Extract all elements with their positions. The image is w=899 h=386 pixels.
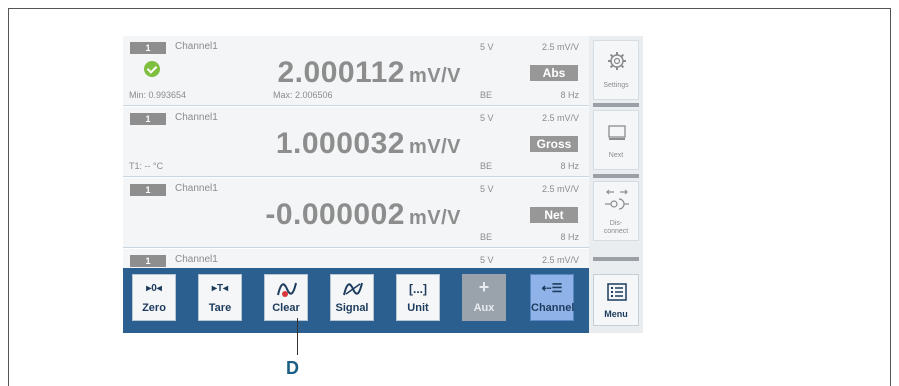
temperature-info: T1: -- °C <box>129 161 164 171</box>
figure-frame-left <box>8 8 9 386</box>
unit-label: Unit <box>407 302 429 314</box>
zero-icon: ▸0◂ <box>146 283 162 294</box>
mode-badge: Net <box>530 207 578 223</box>
callout-leader-line <box>297 318 298 355</box>
channel-name: Channel1 <box>175 254 218 265</box>
sample-rate: 8 Hz <box>560 232 579 242</box>
divider <box>593 103 639 107</box>
connector-label: BE <box>480 232 493 242</box>
menu-list-icon <box>607 283 627 301</box>
measurement-value: 2.000112 mV/V <box>277 56 461 89</box>
measurement-range: 2.5 mV/V <box>541 113 579 123</box>
disconnect-label: Dis- connect <box>603 220 629 235</box>
next-page-icon <box>608 125 626 140</box>
channel-number-badge: 1 <box>130 255 166 267</box>
callout-label: D <box>286 358 299 378</box>
tare-icon: ▸T◂ <box>211 283 229 294</box>
channel-row[interactable]: 1 Channel1 5 V 2.5 mV/V <box>123 249 589 268</box>
unit-button[interactable]: [...] Unit <box>396 274 440 321</box>
measurement-value: 1.000032 mV/V <box>275 127 461 160</box>
channel-row[interactable]: 1 Channel1 -0.000002 mV/V 5 V 2.5 mV/V Ne… <box>123 178 589 249</box>
settings-button[interactable]: Settings <box>593 40 639 100</box>
tare-button[interactable]: ▸T◂ Tare <box>198 274 242 321</box>
function-toolbar: ▸0◂ Zero ▸T◂ Tare Clear Signal [...] Uni… <box>123 268 589 333</box>
connector-label: BE <box>480 90 493 100</box>
channel-list[interactable]: 1 Channel1 2.000112 mV/V Min: 0.993654 Ma… <box>123 36 589 268</box>
measurement-range: 2.5 mV/V <box>541 184 579 194</box>
mode-badge: Abs <box>530 65 578 81</box>
measurement-value: -0.000002 mV/V <box>265 198 461 231</box>
channel-name: Channel1 <box>175 41 218 52</box>
excitation-voltage: 5 V <box>480 255 494 265</box>
signal-button[interactable]: Signal <box>330 274 374 321</box>
channel-row[interactable]: 1 Channel1 1.000032 mV/V T1: -- °C 5 V 2.… <box>123 107 589 178</box>
gear-icon <box>608 52 626 70</box>
tare-label: Tare <box>208 302 232 314</box>
excitation-voltage: 5 V <box>480 113 494 123</box>
channel-row[interactable]: 1 Channel1 2.000112 mV/V Min: 0.993654 Ma… <box>123 36 589 107</box>
excitation-voltage: 5 V <box>480 184 494 194</box>
zero-button[interactable]: ▸0◂ Zero <box>132 274 176 321</box>
disconnect-button[interactable]: Dis- connect <box>593 181 639 241</box>
channel-name: Channel1 <box>175 112 218 123</box>
figure-frame-right <box>890 8 891 386</box>
clear-peak-icon <box>277 282 297 297</box>
divider <box>593 257 639 261</box>
zero-label: Zero <box>142 302 166 314</box>
channel-list-icon: ⇠☰ <box>541 281 563 295</box>
figure-frame-top <box>8 8 891 9</box>
menu-button[interactable]: Menu <box>593 274 639 326</box>
check-circle-icon <box>144 61 160 77</box>
device-screen: 1 Channel1 2.000112 mV/V Min: 0.993654 Ma… <box>123 36 643 333</box>
sample-rate: 8 Hz <box>560 90 579 100</box>
divider <box>593 174 639 178</box>
sample-rate: 8 Hz <box>560 161 579 171</box>
aux-button[interactable]: + Aux <box>462 274 506 321</box>
excitation-voltage: 5 V <box>480 42 494 52</box>
channel-label: Channel <box>531 302 575 314</box>
measurement-range: 2.5 mV/V <box>541 42 579 52</box>
channel-number-badge: 1 <box>130 184 166 196</box>
min-value: Min: 0.993654 <box>129 90 187 100</box>
signal-icon <box>343 282 363 296</box>
signal-label: Signal <box>335 302 369 314</box>
measurement-range: 2.5 mV/V <box>541 255 579 265</box>
settings-label: Settings <box>603 82 629 89</box>
channel-name: Channel1 <box>175 183 218 194</box>
connector-label: BE <box>480 161 493 171</box>
channel-button[interactable]: ⇠☰ Channel <box>530 274 574 321</box>
menu-label: Menu <box>604 309 628 319</box>
channel-number-badge: 1 <box>130 42 166 54</box>
plus-icon: + <box>478 277 490 297</box>
next-button[interactable]: Next <box>593 110 639 170</box>
max-value: Max: 2.006506 <box>273 90 333 100</box>
clear-button[interactable]: Clear <box>264 274 308 321</box>
unit-icon: [...] <box>409 282 427 296</box>
disconnect-icon <box>605 189 629 210</box>
next-label: Next <box>608 152 624 159</box>
channel-number-badge: 1 <box>130 113 166 125</box>
aux-label: Aux <box>473 302 495 314</box>
clear-label: Clear <box>272 302 300 314</box>
mode-badge: Gross <box>530 136 578 152</box>
